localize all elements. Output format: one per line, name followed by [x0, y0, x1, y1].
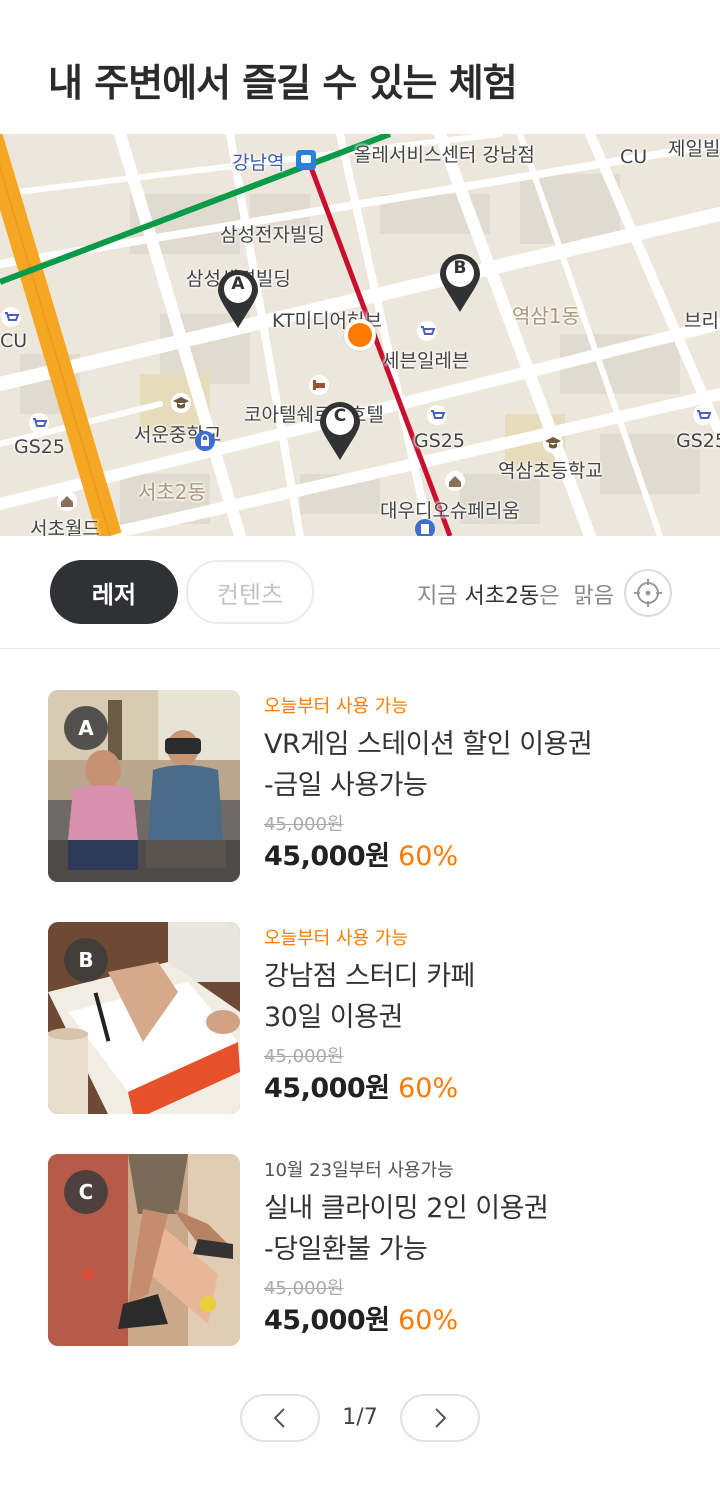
product-card-b[interactable]: B 오늘부터 사용 가능 강남점 스터디 카페 30일 이용권 45,000원 … — [48, 922, 688, 1114]
cart-icon — [417, 321, 437, 341]
product-original-price: 45,000원 — [264, 1278, 344, 1299]
map-label-seocho2: 서초2동 — [138, 480, 206, 504]
cart-icon — [1, 307, 21, 327]
map-label-coatel: 코아텔쉐르빌호텔 — [244, 404, 384, 426]
map-label-samsung-electronics: 삼성전자빌딩 — [220, 224, 325, 246]
crosshair-icon — [634, 579, 662, 607]
map-label-yeoksam1: 역삼1동 — [512, 304, 580, 328]
map-label-bri: 브리 — [684, 310, 719, 332]
map-label-gs25-left: GS25 — [14, 436, 65, 458]
map-label-jeil: 제일빌 — [668, 138, 720, 160]
map-label-cu-left: CU — [0, 330, 28, 352]
map-label-gs25-right: GS25 — [676, 430, 720, 452]
map-label-gs25-mid: GS25 — [414, 430, 465, 452]
map-label-cu-top: CU — [620, 146, 648, 168]
weather-prefix: 지금 — [417, 584, 458, 609]
chevron-right-icon — [435, 1408, 447, 1428]
product-info: 오늘부터 사용 가능 VR게임 스테이션 할인 이용권 -금일 사용가능 45,… — [264, 690, 684, 874]
product-info: 오늘부터 사용 가능 강남점 스터디 카페 30일 이용권 45,000원 45… — [264, 922, 684, 1106]
hotel-icon — [309, 375, 329, 395]
product-availability: 10월 23일부터 사용가능 — [264, 1160, 454, 1181]
map-label-olleh: 올레서비스센터 강남점 — [354, 144, 535, 166]
product-original-price: 45,000원 — [264, 814, 344, 835]
map-pin-label: C — [333, 406, 347, 426]
product-image[interactable]: C — [48, 1154, 240, 1346]
lock-icon — [195, 431, 215, 451]
weather-suffix: 은 — [539, 584, 560, 609]
weather-location: 서초2동 — [464, 584, 540, 609]
home-icon — [57, 491, 77, 511]
map-pin-label: B — [453, 258, 467, 278]
product-price-line: 45,000원 60% — [264, 1072, 684, 1106]
map-pin-c[interactable]: C — [318, 400, 362, 462]
product-name-line1: VR게임 스테이션 할인 이용권 — [264, 729, 593, 760]
current-location-dot — [344, 319, 376, 351]
chevron-left-icon — [273, 1408, 285, 1428]
map-pin-label: A — [231, 274, 245, 294]
home-icon — [445, 471, 465, 491]
product-discount: 60% — [398, 841, 459, 872]
product-badge: C — [64, 1170, 108, 1214]
product-price-line: 45,000원 60% — [264, 840, 684, 874]
filter-bar: 레저 컨텐츠 지금 서초2동은 맑음 — [0, 560, 720, 626]
product-price: 45,000원 — [264, 1073, 390, 1104]
prev-page-button[interactable] — [240, 1394, 320, 1442]
map-label-seocho-world: 서초월드 — [30, 518, 100, 536]
product-card-a[interactable]: A 오늘부터 사용 가능 VR게임 스테이션 할인 이용권 -금일 사용가능 4… — [48, 690, 688, 882]
next-page-button[interactable] — [400, 1394, 480, 1442]
product-name-line2: 30일 이용권 — [264, 1002, 403, 1033]
product-badge: B — [64, 938, 108, 982]
product-info: 10월 23일부터 사용가능 실내 클라이밍 2인 이용권 -당일환불 가능 4… — [264, 1154, 684, 1338]
product-discount: 60% — [398, 1305, 459, 1336]
weather-info: 지금 서초2동은 맑음 — [417, 578, 614, 610]
page-title: 내 주변에서 즐길 수 있는 체험 — [48, 61, 518, 105]
product-name-line1: 실내 클라이밍 2인 이용권 — [264, 1193, 549, 1224]
category-chip-leisure[interactable]: 레저 — [50, 560, 178, 624]
pagination: 1/7 — [0, 1394, 720, 1442]
product-discount: 60% — [398, 1073, 459, 1104]
map-pin-a[interactable]: A — [216, 268, 260, 330]
building-icon — [415, 519, 435, 536]
map[interactable]: 강남역 올레서비스센터 강남점 CU 제일빌 삼성전자빌딩 삼성생명빌딩 KT미… — [0, 134, 720, 536]
product-name-line1: 강남점 스터디 카페 — [264, 961, 475, 992]
map-label-gangnam-station: 강남역 — [232, 152, 285, 174]
school-icon — [171, 393, 191, 413]
product-name-line2: -금일 사용가능 — [264, 770, 428, 801]
product-price: 45,000원 — [264, 1305, 390, 1336]
product-price-line: 45,000원 60% — [264, 1304, 684, 1338]
product-original-price: 45,000원 — [264, 1046, 344, 1067]
product-image[interactable]: B — [48, 922, 240, 1114]
locate-button[interactable] — [624, 569, 672, 617]
product-price: 45,000원 — [264, 841, 390, 872]
product-name-line2: -당일환불 가능 — [264, 1234, 428, 1265]
page-indicator: 1/7 — [342, 1405, 378, 1430]
school-icon — [543, 433, 563, 453]
map-label-seven-eleven: 세븐일레븐 — [382, 350, 470, 372]
category-chip-contents[interactable]: 컨텐츠 — [186, 560, 314, 624]
product-availability: 오늘부터 사용 가능 — [264, 696, 408, 717]
map-pin-b[interactable]: B — [438, 252, 482, 314]
cart-icon — [29, 413, 49, 433]
weather-condition: 맑음 — [573, 584, 614, 609]
divider — [0, 648, 720, 649]
map-label-daewoo: 대우디오슈페리움 — [380, 500, 520, 522]
product-card-c[interactable]: C 10월 23일부터 사용가능 실내 클라이밍 2인 이용권 -당일환불 가능… — [48, 1154, 688, 1346]
product-availability: 오늘부터 사용 가능 — [264, 928, 408, 949]
product-image[interactable]: A — [48, 690, 240, 882]
map-label-yeoksam-school: 역삼초등학교 — [498, 460, 603, 482]
product-badge: A — [64, 706, 108, 750]
cart-icon — [427, 405, 447, 425]
cart-icon — [693, 405, 713, 425]
